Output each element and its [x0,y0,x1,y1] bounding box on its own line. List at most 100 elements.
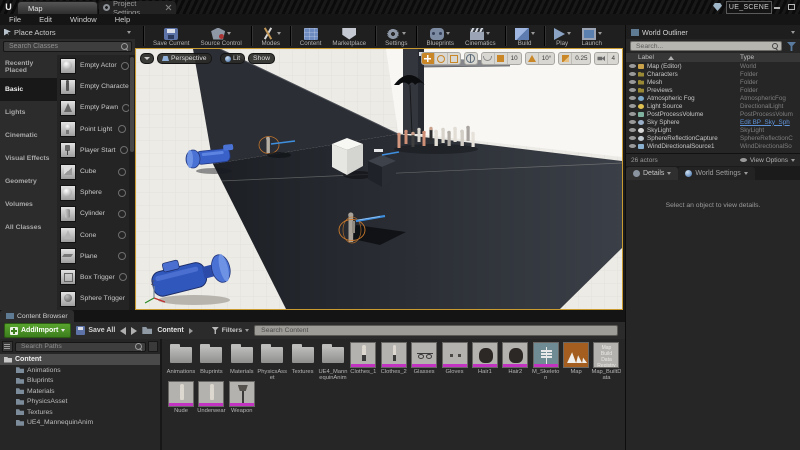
tab-world-settings[interactable]: World Settings [678,167,754,180]
eye-icon[interactable] [629,136,636,140]
save-current-button[interactable]: Save Current [149,26,193,48]
chevron-down-icon[interactable] [791,31,795,34]
asset-folder-bluprints[interactable]: Bluprints [196,342,226,381]
actor-item-box-trigger[interactable]: Box Trigger [57,267,129,288]
surface-snap-button[interactable] [482,53,495,64]
asset-hair2[interactable]: Hair2 [500,342,530,381]
camera-speed-button[interactable] [595,53,608,64]
menu-edit[interactable]: Edit [30,15,61,24]
rotation-snap-value[interactable]: 10° [539,55,555,62]
asset-folder-ue4-mannequinanim[interactable]: UE4_MannequinAnim [318,342,348,381]
sort-ascending-icon[interactable] [668,56,674,60]
asset-weapon[interactable]: Weapon [227,381,257,414]
dark-floor-platform[interactable] [213,134,622,309]
chevron-down-icon[interactable] [402,32,406,35]
breadcrumb[interactable]: Content [157,327,183,334]
edit-blueprint-link[interactable]: Edit BP_Sky_Sph [740,119,800,126]
outliner-row-atmospheric-fog[interactable]: Atmospheric FogAtmosphericFog [626,94,800,102]
asset-folder-textures[interactable]: Textures [288,342,318,381]
world-local-toggle[interactable] [465,53,477,64]
category-volumes[interactable]: Volumes [0,193,57,216]
eye-icon[interactable] [629,128,636,132]
actor-item-player-start[interactable]: Player Start [57,140,129,161]
eye-icon[interactable] [629,64,636,68]
source-control-button[interactable]: Source Control [196,26,245,48]
asset-folder-materials[interactable]: Materials [227,342,257,381]
close-icon[interactable] [165,4,172,11]
eye-icon[interactable] [629,120,636,124]
drag-handle-icon[interactable] [118,231,126,239]
tree-item-physicsasset[interactable]: PhysicsAsset [0,397,160,408]
blueprints-button[interactable]: Blueprints [422,26,458,48]
outliner-view-options[interactable]: View Options [740,157,795,164]
eye-icon[interactable] [629,96,636,100]
perspective-button[interactable]: Perspective [157,53,212,64]
drag-handle-icon[interactable] [118,125,126,133]
drag-handle-icon[interactable] [118,252,126,260]
asset-folder-physicsasset[interactable]: PhysicsAsset [257,342,287,381]
chevron-down-icon[interactable] [446,32,450,35]
grid-snap-value[interactable]: 10 [508,55,521,62]
tree-item-materials[interactable]: Materials [0,386,160,397]
launch-button[interactable]: Launch [578,26,606,48]
drag-handle-icon[interactable] [118,210,126,218]
lit-mode-button[interactable]: Lit [220,53,245,64]
chevron-down-icon[interactable] [486,32,490,35]
chevron-down-icon[interactable] [277,32,281,35]
category-recently-placed[interactable]: Recently Placed [0,55,57,78]
outliner-search-input[interactable] [634,42,772,51]
actor-item-empty-character[interactable]: Empty Character [57,76,129,97]
tab-map[interactable]: Map [17,1,98,14]
asset-m-skeleton[interactable]: M_Skeleton [531,342,561,381]
world-outliner-header[interactable]: World Outliner [626,25,800,39]
asset-clothes-2[interactable]: Clothes_2 [379,342,409,381]
back-arrow-button[interactable] [120,327,126,335]
tab-project-settings[interactable]: Project Settings [99,1,176,14]
asset-map[interactable]: Map [561,342,591,381]
level-viewport[interactable]: Z Perspective Lit Show [135,48,623,310]
scale-snap-value[interactable]: 0.25 [572,55,590,62]
tree-item-bluprints[interactable]: Bluprints [0,376,160,387]
outliner-row-postprocessvolume[interactable]: PostProcessVolumePostProcessVolum [626,110,800,118]
category-geometry[interactable]: Geometry [0,170,57,193]
menu-help[interactable]: Help [106,15,139,24]
sources-toggle-icon[interactable] [2,341,13,352]
eye-icon[interactable] [629,72,636,76]
search-classes-input[interactable] [7,42,121,51]
restore-button[interactable] [787,3,795,11]
scale-snap-toggle[interactable] [559,53,572,64]
rotate-tool-button[interactable] [435,53,448,64]
tree-item-textures[interactable]: Textures [0,407,160,418]
add-import-button[interactable]: Add/Import [4,323,71,338]
chevron-down-icon[interactable] [227,32,231,35]
outliner-row-sky-sphere[interactable]: Sky SphereEdit BP_Sky_Sph [626,118,800,126]
eye-icon[interactable] [629,104,636,108]
actor-item-sphere[interactable]: Sphere [57,182,129,203]
forward-arrow-button[interactable] [131,327,137,335]
save-all-button[interactable]: Save All [76,326,115,335]
eye-icon[interactable] [629,80,636,84]
actor-item-cone[interactable]: Cone [57,225,129,246]
actor-item-empty-pawn[interactable]: Empty Pawn [57,97,129,118]
category-all-classes[interactable]: All Classes [0,216,57,239]
actor-item-cube[interactable]: Cube [57,161,129,182]
menu-window[interactable]: Window [61,15,106,24]
viewport-3d-scene[interactable]: Z [136,49,622,309]
drag-handle-icon[interactable] [118,189,126,197]
eye-icon[interactable] [629,88,636,92]
modes-button[interactable]: Modes [257,26,285,48]
outliner-row-characters[interactable]: CharactersFolder [626,70,800,78]
chevron-down-icon[interactable] [598,32,602,35]
eye-icon[interactable] [629,112,636,116]
list-view-icon[interactable] [148,341,158,352]
asset-map-builtdata[interactable]: Map Build Data RegistryMap_BuiltData [591,342,621,381]
asset-underwear[interactable]: Underwear [196,381,226,414]
drag-handle-icon[interactable] [118,168,126,176]
minimize-button[interactable] [773,3,781,11]
outliner-row-winddirectionalsource[interactable]: WindDirectionalSource1WindDirectionalSo [626,142,800,150]
settings-button[interactable]: Settings [381,26,411,48]
actor-item-cylinder[interactable]: Cylinder [57,203,129,224]
drag-handle-icon[interactable] [119,273,127,281]
actor-item-point-light[interactable]: Point Light [57,119,129,140]
chevron-down-icon[interactable] [567,32,571,35]
